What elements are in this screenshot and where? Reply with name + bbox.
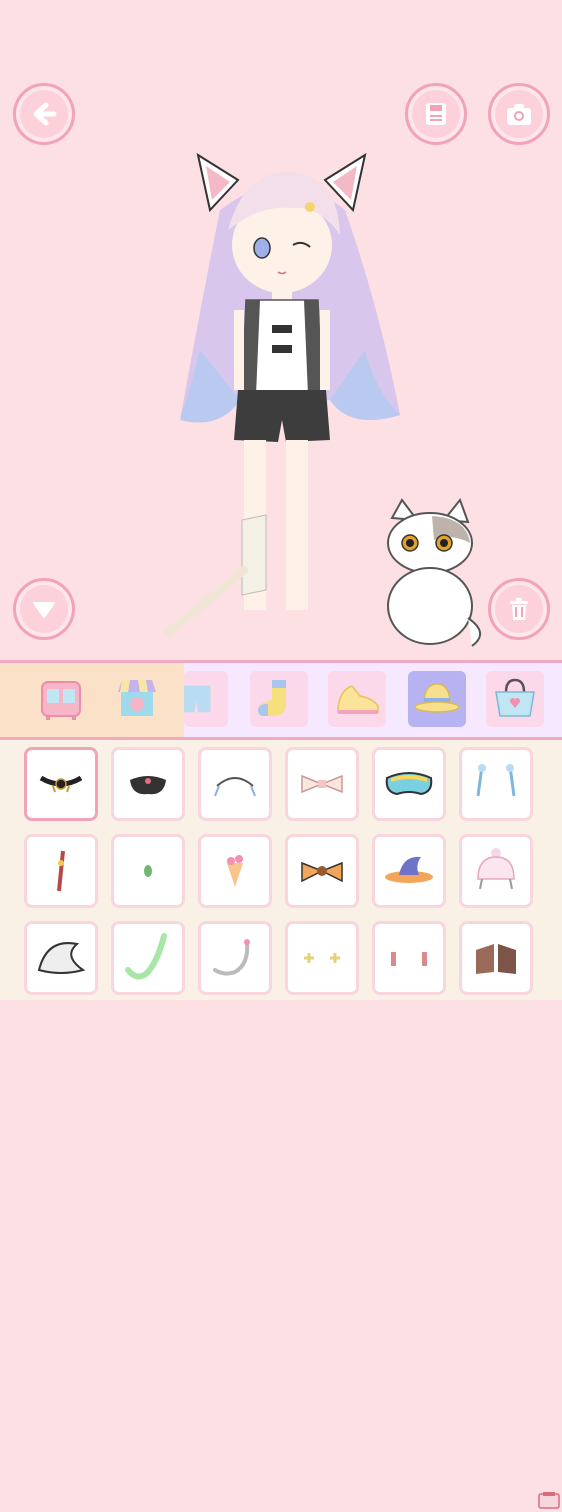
item-choker[interactable]	[24, 747, 98, 821]
item-white-tail[interactable]	[198, 921, 272, 995]
wings-icon	[476, 944, 516, 974]
camera-icon	[507, 104, 531, 125]
camera-button[interactable]	[488, 83, 550, 145]
category-bar	[0, 660, 562, 740]
collapse-button[interactable]	[13, 578, 75, 640]
back-button[interactable]	[13, 83, 75, 145]
red-tassel-icon	[57, 850, 65, 892]
item-cross-clips[interactable]	[285, 921, 359, 995]
choker-icon	[39, 775, 83, 793]
shorts-icon	[184, 685, 211, 713]
item-fruit-pin[interactable]	[198, 834, 272, 908]
item-wings[interactable]	[459, 921, 533, 995]
item-fur-tail[interactable]	[24, 921, 98, 995]
tab-socks[interactable]	[250, 671, 308, 727]
beanie-icon	[477, 848, 515, 890]
item-maid-headband[interactable]	[198, 747, 272, 821]
item-ribbon-bow[interactable]	[285, 747, 359, 821]
white-tail-icon	[213, 939, 250, 976]
item-grid	[0, 740, 562, 1509]
floppy-disk-icon	[426, 103, 446, 125]
item-candy-bow[interactable]	[285, 834, 359, 908]
wardrobe-icon	[41, 681, 81, 720]
witch-hat-icon	[385, 856, 433, 883]
triangle-down-icon	[33, 602, 55, 618]
tab-shop[interactable]	[108, 671, 166, 727]
cross-clips-icon	[304, 953, 340, 963]
candy-bow-icon	[301, 861, 343, 883]
blue-earrings-icon	[476, 764, 516, 797]
ski-goggles-icon	[385, 772, 433, 796]
hat-icon	[414, 683, 460, 713]
item-green-tail[interactable]	[111, 921, 185, 995]
fur-tail-icon	[37, 942, 86, 974]
item-beanie[interactable]	[459, 834, 533, 908]
item-witch-hat[interactable]	[372, 834, 446, 908]
item-pendant-earrings[interactable]	[372, 921, 446, 995]
shoe-icon	[337, 685, 379, 714]
tab-wardrobe[interactable]	[32, 671, 90, 727]
tab-shoes[interactable]	[328, 671, 386, 727]
dress-up-stage	[0, 0, 562, 660]
cat-icon	[387, 498, 481, 647]
handbag-icon	[495, 678, 535, 717]
shop-icon	[118, 680, 156, 716]
save-button[interactable]	[405, 83, 467, 145]
item-blue-earrings[interactable]	[459, 747, 533, 821]
sock-icon	[258, 680, 286, 716]
tab-shorts[interactable]	[184, 671, 228, 727]
item-ski-goggles[interactable]	[372, 747, 446, 821]
mask-icon	[130, 776, 166, 795]
pendant-earrings-icon	[391, 952, 427, 966]
green-tail-icon	[125, 933, 167, 980]
ribbon-bow-icon	[301, 774, 343, 794]
maid-headband-icon	[214, 777, 256, 797]
fruit-pin-icon	[227, 855, 243, 887]
tab-hats[interactable]	[408, 671, 466, 727]
arrow-left-icon	[33, 102, 57, 126]
green-gem-icon	[144, 865, 152, 877]
trash-icon	[510, 598, 528, 620]
item-mask[interactable]	[111, 747, 185, 821]
tab-bags[interactable]	[486, 671, 544, 727]
new-items-tag-icon[interactable]	[537, 1490, 561, 1512]
item-green-gem[interactable]	[111, 834, 185, 908]
delete-button[interactable]	[488, 578, 550, 640]
item-red-tassel[interactable]	[24, 834, 98, 908]
